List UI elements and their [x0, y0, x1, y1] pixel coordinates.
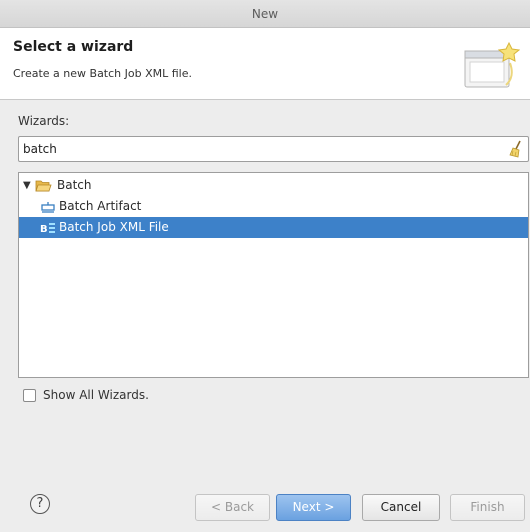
new-wizard-banner-icon: [464, 41, 520, 88]
wizards-label: Wizards:: [18, 114, 70, 128]
tree-item-label: Batch Artifact: [59, 199, 142, 213]
tree-item-batch-artifact[interactable]: Batch Artifact: [19, 196, 528, 217]
tree-item-batch-job-xml-file[interactable]: B Batch Job XML File: [19, 217, 528, 238]
wizard-filter-input[interactable]: [23, 140, 493, 158]
open-folder-icon: [35, 180, 52, 192]
page-title: Select a wizard: [13, 39, 134, 55]
wizard-header: Select a wizard Create a new Batch Job X…: [0, 28, 530, 100]
window-title-bar: New: [0, 0, 530, 28]
batch-job-xml-icon: B: [40, 223, 55, 235]
help-icon[interactable]: ?: [30, 494, 50, 514]
next-button[interactable]: Next >: [276, 494, 351, 521]
batch-artifact-icon: [41, 202, 55, 213]
tree-item-label: Batch Job XML File: [59, 220, 169, 234]
wizard-tree[interactable]: ▼ Batch Batch Artifact B Batch Job XML F…: [18, 172, 529, 378]
page-description: Create a new Batch Job XML file.: [13, 67, 192, 80]
expand-arrow-icon[interactable]: ▼: [23, 180, 31, 191]
tree-folder-batch[interactable]: ▼ Batch: [19, 175, 528, 196]
clear-filter-icon[interactable]: [508, 140, 524, 158]
svg-text:B: B: [40, 224, 48, 235]
cancel-button[interactable]: Cancel: [362, 494, 440, 521]
wizard-filter-field[interactable]: [18, 136, 529, 162]
show-all-wizards-checkbox[interactable]: [23, 389, 36, 402]
show-all-wizards-label[interactable]: Show All Wizards.: [43, 388, 149, 402]
finish-button[interactable]: Finish: [450, 494, 525, 521]
back-button[interactable]: < Back: [195, 494, 270, 521]
window-title: New: [251, 7, 279, 21]
tree-folder-label: Batch: [57, 178, 92, 192]
